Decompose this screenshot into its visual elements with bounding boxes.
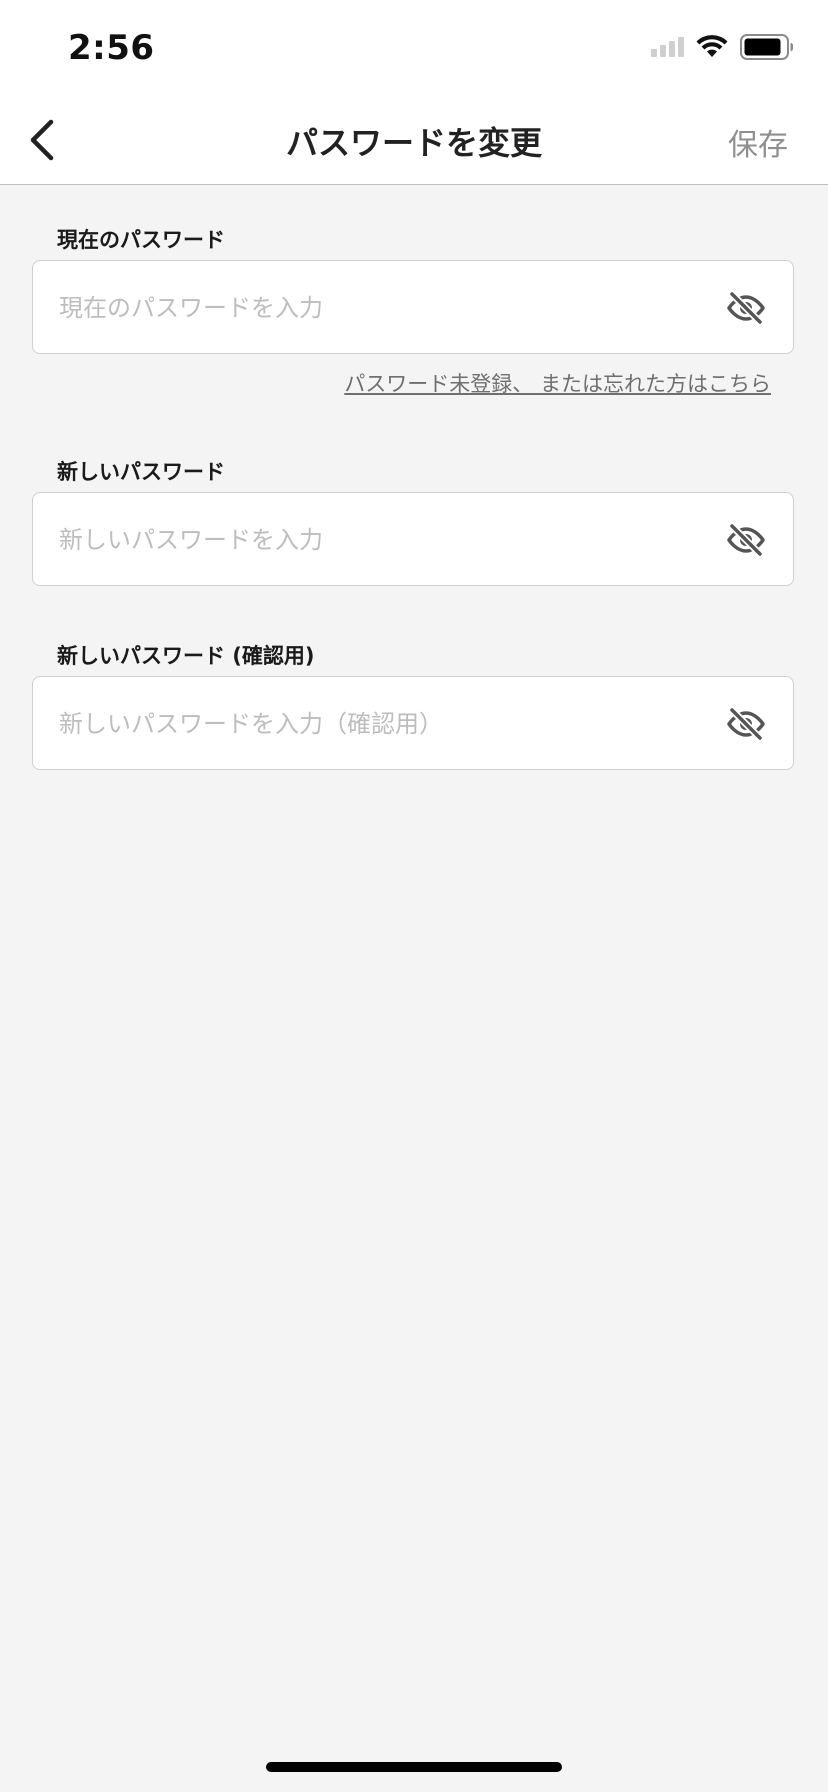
new-password-field <box>32 492 794 587</box>
confirm-password-input[interactable] <box>57 677 721 771</box>
confirm-password-label: 新しいパスワード (確認用) <box>57 644 315 668</box>
eye-off-icon[interactable] <box>725 288 767 328</box>
eye-off-icon[interactable] <box>725 520 767 560</box>
status-time: 2:56 <box>68 28 155 68</box>
navigation-bar: パスワードを変更 保存 <box>0 96 828 185</box>
password-change-screen: 2:56 パスワードを変更 保存 現在のパスワード パスワード未登録、 または忘… <box>0 0 828 1792</box>
current-password-input[interactable] <box>57 261 721 355</box>
status-bar: 2:56 <box>0 0 828 96</box>
eye-off-icon[interactable] <box>725 704 767 744</box>
cellular-signal-icon <box>651 37 684 57</box>
current-password-label: 現在のパスワード <box>57 228 225 252</box>
new-password-label: 新しいパスワード <box>57 460 225 484</box>
new-password-input[interactable] <box>57 493 721 587</box>
current-password-field <box>32 260 794 355</box>
wifi-icon <box>696 35 728 57</box>
status-icons <box>651 34 794 60</box>
forgot-password-link[interactable]: パスワード未登録、 または忘れた方はこちら <box>344 368 771 398</box>
confirm-password-field <box>32 676 794 771</box>
battery-icon <box>740 34 793 60</box>
save-button[interactable]: 保存 <box>728 120 788 164</box>
page-title: パスワードを変更 <box>285 124 542 162</box>
home-indicator[interactable] <box>266 1762 562 1772</box>
